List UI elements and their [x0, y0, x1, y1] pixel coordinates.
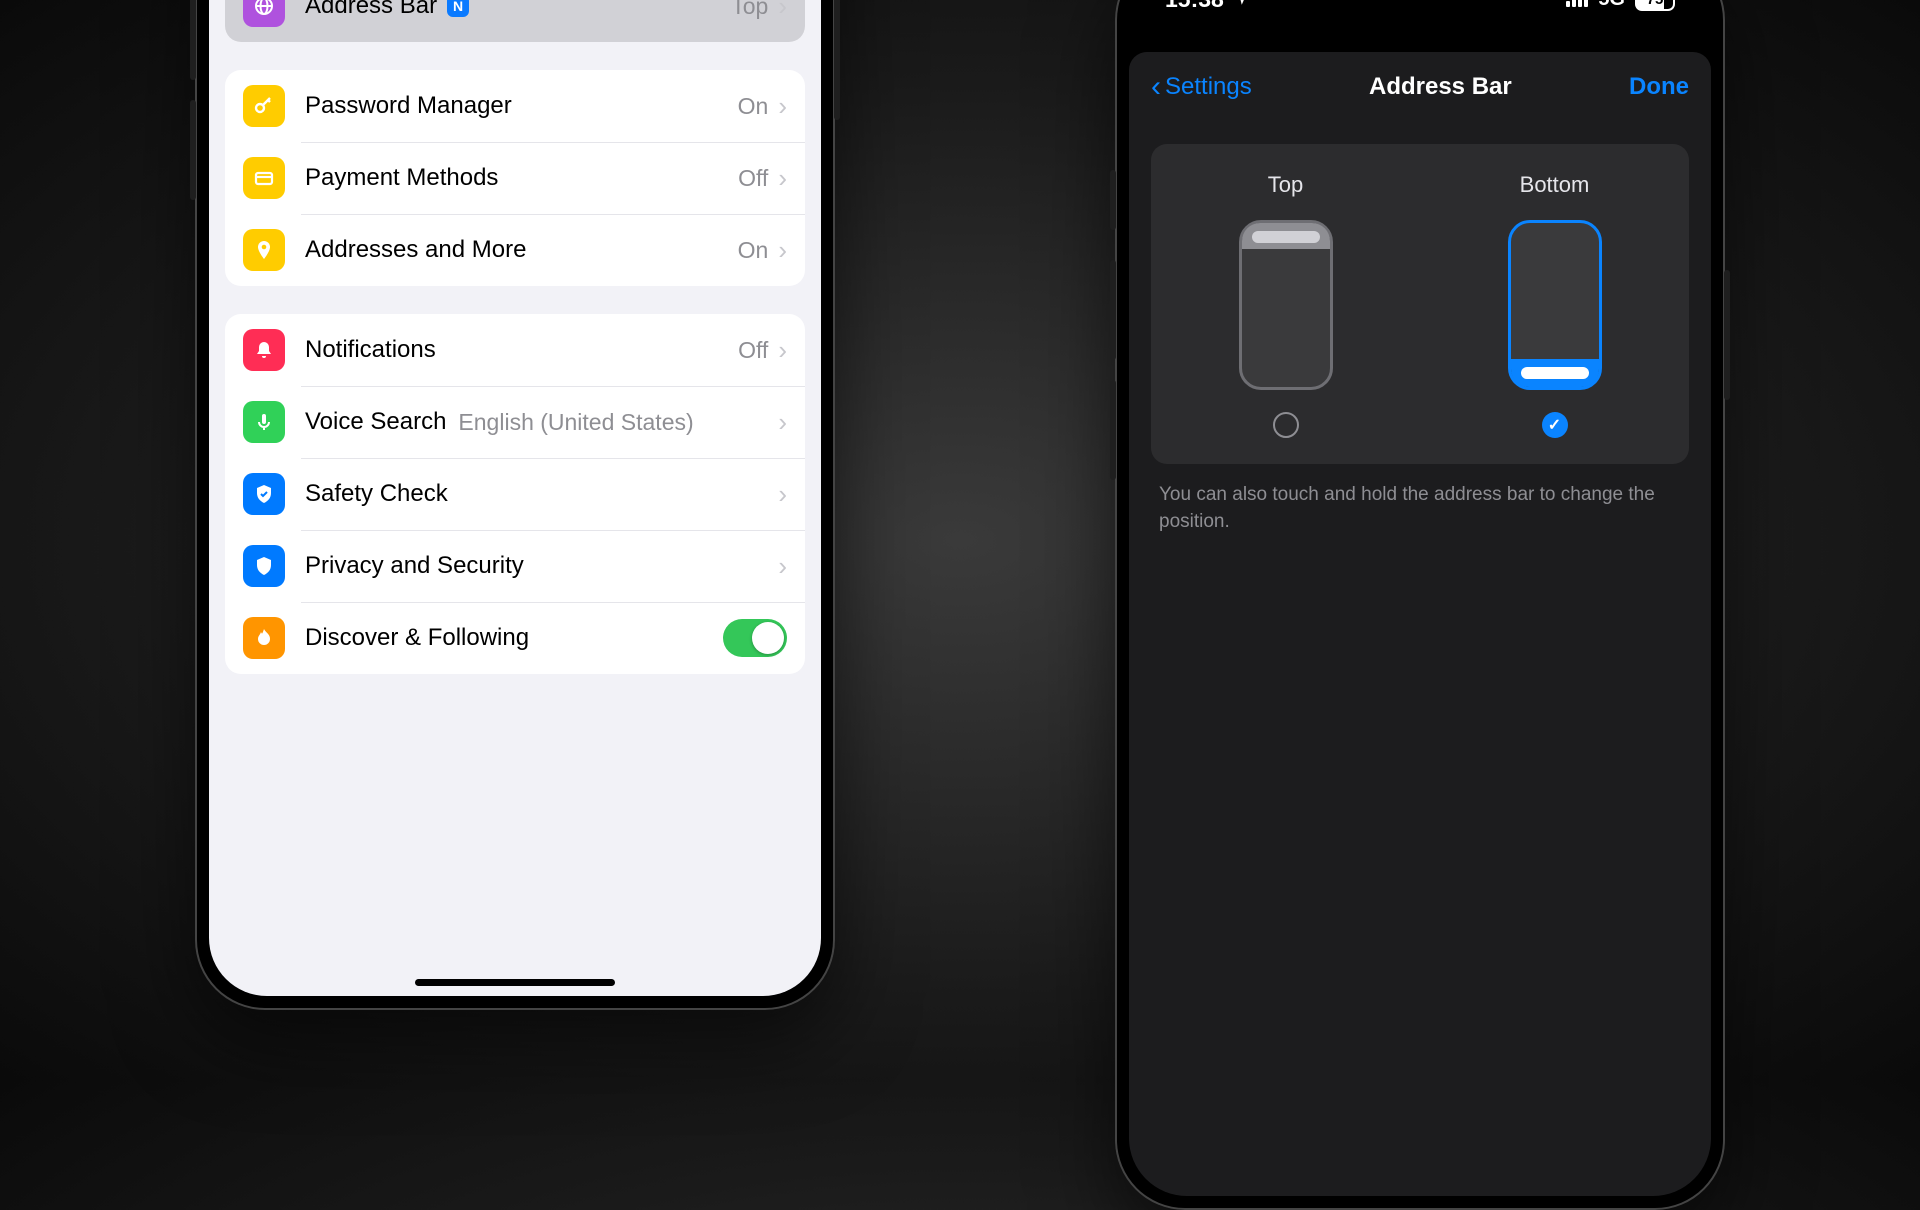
done-button[interactable]: Done	[1629, 73, 1689, 101]
row-label: Privacy and Security	[305, 552, 524, 580]
new-badge: N	[447, 0, 469, 17]
key-icon	[243, 85, 285, 127]
volume-button	[1110, 380, 1116, 480]
settings-group-basics: Default Browser › Search Engine Google ›	[225, 0, 805, 42]
settings-group-more: Notifications Off › Voice Search English…	[225, 314, 805, 674]
back-label: Settings	[1165, 73, 1252, 101]
power-button	[834, 0, 840, 120]
chevron-right-icon: ›	[778, 551, 787, 582]
location-arrow-icon	[1232, 0, 1250, 13]
screen-address-bar: 15:38 5G 75 ‹ Settings Address Bar	[1129, 0, 1711, 1196]
row-address-bar[interactable]: Address Bar N Top ›	[225, 0, 805, 42]
status-bar: 15:38 5G 75	[1129, 0, 1711, 23]
power-button	[1724, 270, 1730, 400]
settings-group-autofill: Password Manager On › Payment Methods Of…	[225, 70, 805, 286]
volume-button	[1110, 260, 1116, 360]
location-icon	[243, 229, 285, 271]
chevron-right-icon: ›	[778, 407, 787, 438]
globe-icon	[243, 0, 285, 27]
radio-unchecked-icon[interactable]	[1273, 412, 1299, 438]
volume-button	[190, 0, 196, 80]
row-privacy-security[interactable]: Privacy and Security ›	[225, 530, 805, 602]
home-indicator[interactable]	[415, 979, 615, 986]
battery-icon: 75	[1635, 0, 1675, 11]
network-label: 5G	[1598, 0, 1625, 11]
credit-card-icon	[243, 157, 285, 199]
option-label: Bottom	[1520, 172, 1590, 198]
footnote-text: You can also touch and hold the address …	[1129, 476, 1711, 541]
row-value: Off	[738, 165, 768, 192]
row-value: Top	[731, 0, 768, 20]
row-label: Addresses and More	[305, 236, 526, 264]
row-value: English (United States)	[458, 409, 693, 436]
volume-button	[1110, 170, 1116, 230]
volume-button	[190, 100, 196, 200]
row-safety-check[interactable]: Safety Check ›	[225, 458, 805, 530]
mic-icon	[243, 401, 285, 443]
row-notifications[interactable]: Notifications Off ›	[225, 314, 805, 386]
discover-toggle[interactable]	[723, 619, 787, 657]
row-label: Discover & Following	[305, 624, 529, 652]
page-title: Address Bar	[1369, 73, 1512, 101]
flame-icon	[243, 617, 285, 659]
row-password-manager[interactable]: Password Manager On ›	[225, 70, 805, 142]
chevron-right-icon: ›	[778, 163, 787, 194]
row-label: Payment Methods	[305, 164, 498, 192]
shield-icon	[243, 545, 285, 587]
row-label: Password Manager	[305, 92, 512, 120]
row-value: Off	[738, 337, 768, 364]
option-label: Top	[1268, 172, 1303, 198]
status-time: 15:38	[1165, 0, 1224, 13]
row-label: Safety Check	[305, 480, 448, 508]
preview-bottom-icon	[1508, 220, 1602, 390]
row-value: On	[738, 93, 769, 120]
nav-bar: ‹ Settings Address Bar Done	[1129, 52, 1711, 122]
chevron-right-icon: ›	[778, 91, 787, 122]
row-label: Notifications	[305, 336, 436, 364]
radio-checked-icon[interactable]: ✓	[1542, 412, 1568, 438]
chevron-right-icon: ›	[778, 0, 787, 22]
phone-left: Sync On › G Google Services › De	[195, 0, 835, 1010]
shield-check-icon	[243, 473, 285, 515]
phone-right: 15:38 5G 75 ‹ Settings Address Bar	[1115, 0, 1725, 1210]
option-bottom[interactable]: Bottom ✓	[1420, 172, 1689, 438]
chevron-left-icon: ‹	[1151, 70, 1161, 104]
back-button[interactable]: ‹ Settings	[1151, 70, 1252, 104]
chevron-right-icon: ›	[778, 335, 787, 366]
row-label: Voice Search	[305, 408, 446, 436]
row-payment-methods[interactable]: Payment Methods Off ›	[225, 142, 805, 214]
screen-settings: Sync On › G Google Services › De	[209, 0, 821, 996]
bell-icon	[243, 329, 285, 371]
row-addresses[interactable]: Addresses and More On ›	[225, 214, 805, 286]
row-discover-following[interactable]: Discover & Following	[225, 602, 805, 674]
chevron-right-icon: ›	[778, 479, 787, 510]
address-bar-sheet: ‹ Settings Address Bar Done Top Bottom	[1129, 52, 1711, 1196]
row-voice-search[interactable]: Voice Search English (United States) ›	[225, 386, 805, 458]
settings-list[interactable]: Sync On › G Google Services › De	[209, 0, 821, 674]
row-value: On	[738, 237, 769, 264]
option-top[interactable]: Top	[1151, 172, 1420, 438]
signal-icon	[1566, 0, 1588, 13]
chevron-right-icon: ›	[778, 235, 787, 266]
preview-top-icon	[1239, 220, 1333, 390]
row-label: Address Bar	[305, 0, 437, 20]
address-bar-options: Top Bottom ✓	[1151, 144, 1689, 464]
